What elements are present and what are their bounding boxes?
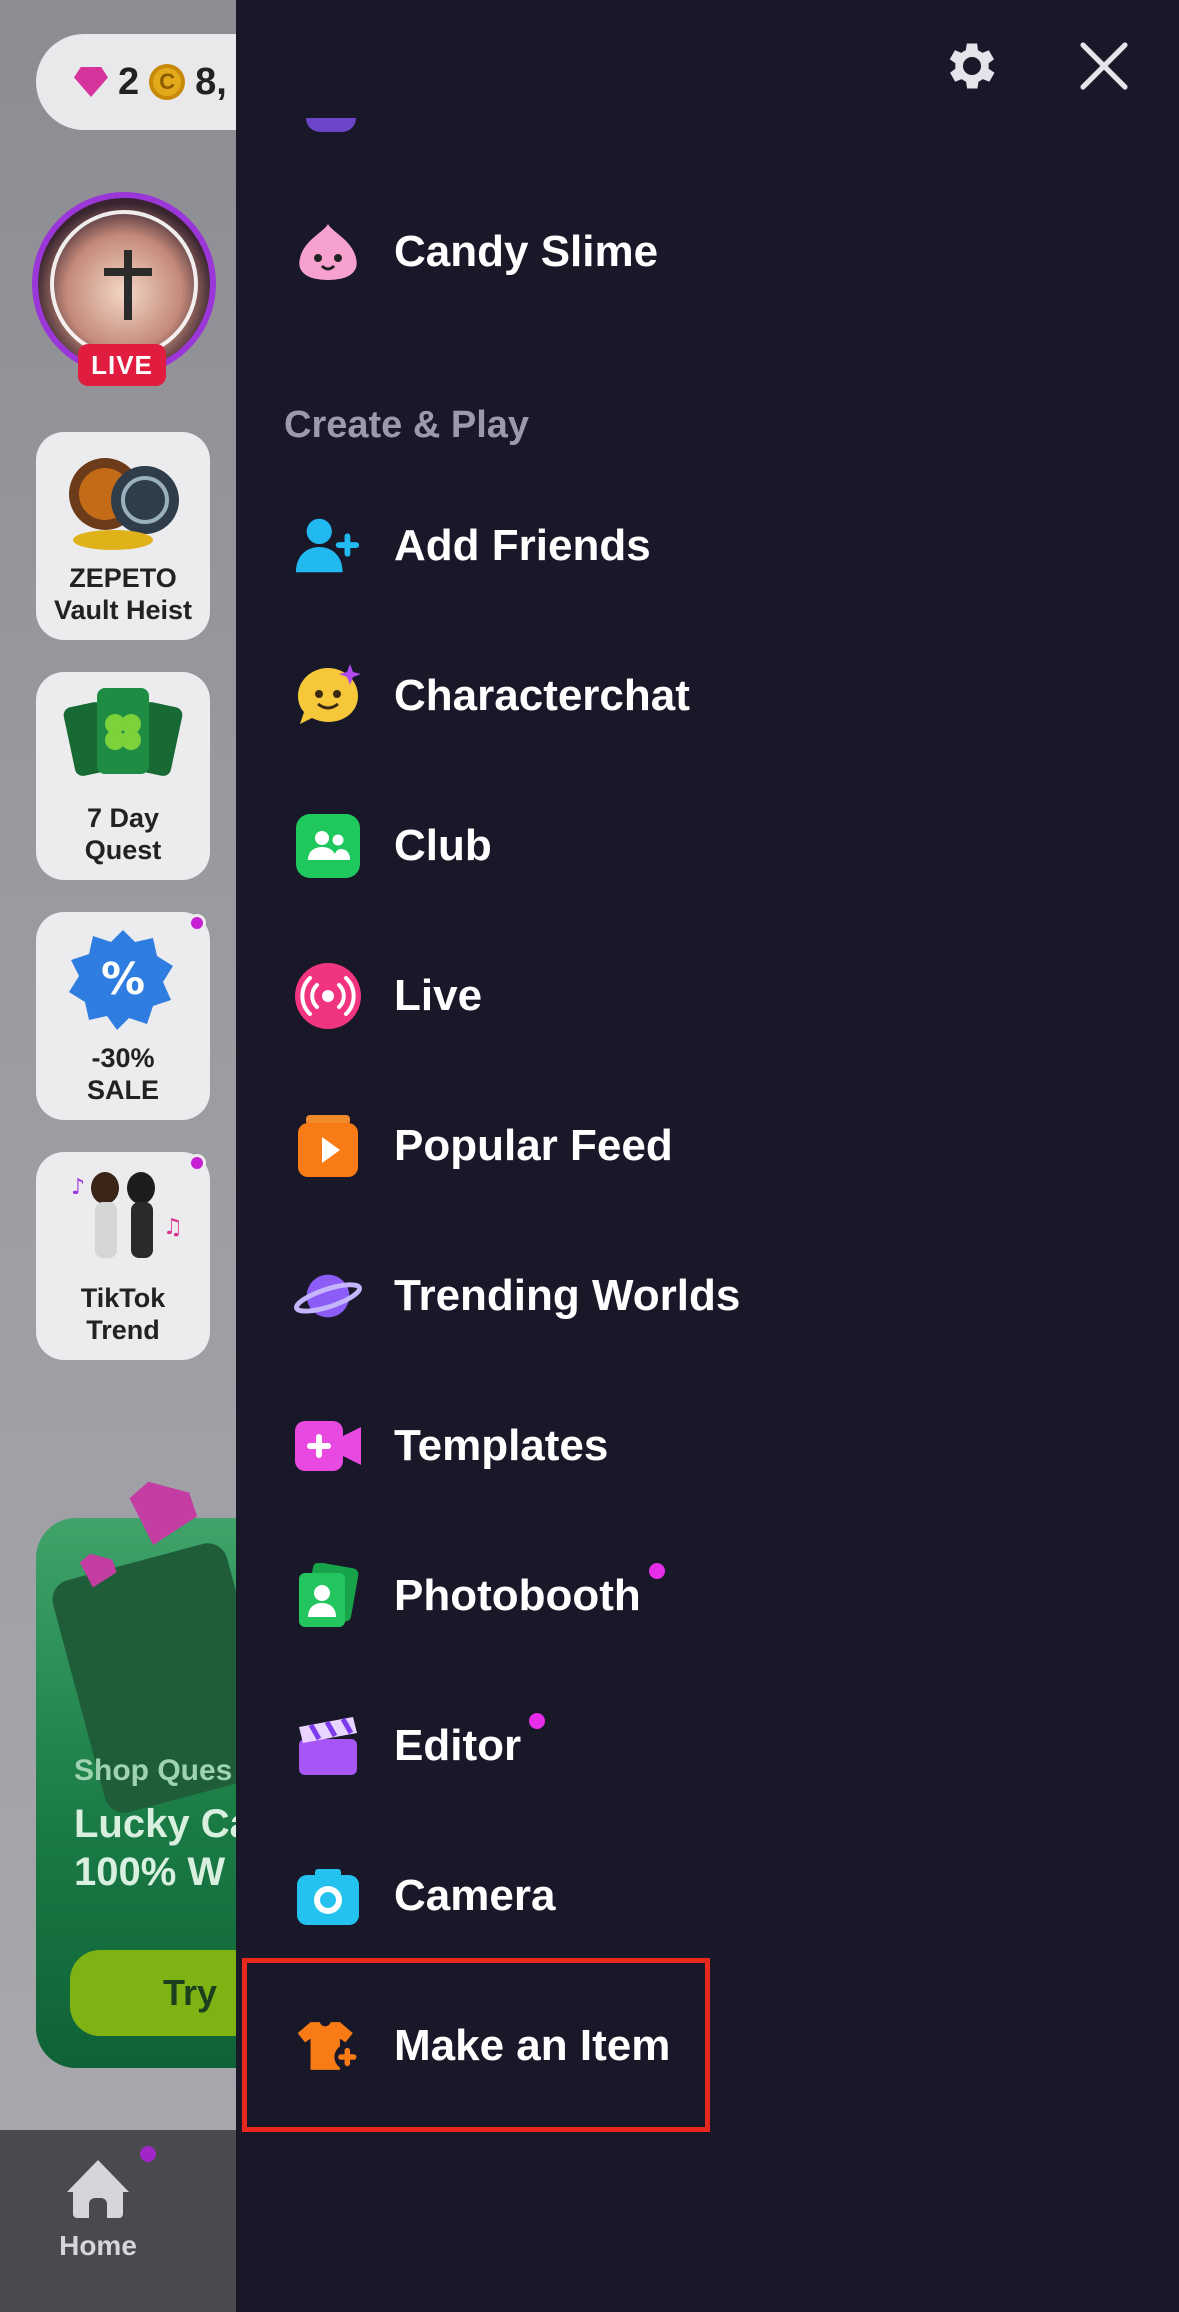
home-icon bbox=[67, 2160, 129, 2218]
planet-icon bbox=[294, 1262, 362, 1330]
menu-item-label: Photobooth bbox=[394, 1563, 665, 1621]
section-title-create-play: Create & Play bbox=[284, 404, 530, 446]
svg-text:%: % bbox=[101, 954, 145, 1005]
menu-item-camera[interactable]: Camera bbox=[276, 1836, 1136, 1956]
vault-icon bbox=[69, 458, 179, 550]
tile-label: Vault Heist bbox=[53, 595, 193, 625]
popular-feed-icon bbox=[294, 1112, 362, 1180]
notification-dot bbox=[188, 1154, 206, 1172]
menu-item-photobooth[interactable]: Photobooth bbox=[276, 1536, 1136, 1656]
menu-item-editor[interactable]: Editor bbox=[276, 1686, 1136, 1806]
menu-item-label: Camera bbox=[394, 1871, 556, 1920]
svg-text:♪: ♪ bbox=[71, 1175, 85, 1200]
menu-item-label: Live bbox=[394, 971, 483, 1020]
close-icon bbox=[1080, 42, 1128, 90]
menu-item-label: Popular Feed bbox=[394, 1121, 673, 1170]
live-badge: LIVE bbox=[78, 344, 166, 386]
new-indicator-dot bbox=[648, 1563, 665, 1579]
coin-count: 8, bbox=[195, 60, 227, 103]
gem-count: 2 bbox=[118, 60, 140, 103]
gem-icon bbox=[74, 67, 108, 97]
tile-7-day-quest[interactable]: 7 Day Quest bbox=[36, 672, 210, 880]
close-button[interactable] bbox=[1068, 30, 1140, 102]
live-broadcast-icon bbox=[294, 962, 362, 1030]
menu-item-characterchat[interactable]: Characterchat bbox=[276, 636, 1136, 756]
tile-sale[interactable]: % -30% SALE bbox=[36, 912, 210, 1120]
tile-label: SALE bbox=[86, 1075, 159, 1105]
characterchat-icon bbox=[294, 662, 362, 730]
cross-icon bbox=[124, 250, 132, 320]
menu-item-label: Characterchat bbox=[394, 671, 690, 720]
clover-card-icon bbox=[63, 688, 183, 776]
menu-item-candy-slime[interactable]: Candy Slime bbox=[276, 192, 1136, 312]
tile-vault-heist[interactable]: ZEPETO Vault Heist bbox=[36, 432, 210, 640]
camera-icon bbox=[294, 1862, 362, 1930]
slime-icon bbox=[294, 218, 362, 286]
tab-home-label: Home bbox=[59, 2230, 137, 2261]
menu-item-popular-feed[interactable]: Popular Feed bbox=[276, 1086, 1136, 1206]
notification-dot bbox=[188, 914, 206, 932]
clapperboard-icon bbox=[294, 1712, 362, 1780]
tile-label: 7 Day bbox=[86, 803, 160, 833]
coin-icon: C bbox=[149, 64, 186, 100]
settings-button[interactable] bbox=[936, 30, 1008, 102]
menu-item-label: Candy Slime bbox=[394, 227, 659, 276]
tile-label: Trend bbox=[86, 1315, 160, 1345]
scrolled-item-icon bbox=[306, 118, 356, 132]
tile-label: Quest bbox=[84, 835, 162, 865]
svg-text:♫: ♫ bbox=[163, 1215, 183, 1240]
menu-item-label: Club bbox=[394, 821, 492, 870]
add-friend-icon bbox=[294, 512, 362, 580]
tile-tiktok-trend[interactable]: ♪ ♫ TikTok Trend bbox=[36, 1152, 210, 1360]
tile-label: -30% bbox=[91, 1043, 155, 1073]
menu-item-trending-worlds[interactable]: Trending Worlds bbox=[276, 1236, 1136, 1356]
menu-item-label: Trending Worlds bbox=[394, 1271, 741, 1320]
notification-dot bbox=[140, 2146, 156, 2162]
new-indicator-dot bbox=[529, 1713, 546, 1729]
dancers-icon: ♪ ♫ bbox=[71, 1172, 183, 1258]
menu-item-live[interactable]: Live bbox=[276, 936, 1136, 1056]
menu-item-label: Editor bbox=[394, 1713, 546, 1771]
menu-item-club[interactable]: Club bbox=[276, 786, 1136, 906]
selection-highlight-box bbox=[242, 1958, 710, 2132]
menu-item-label: Templates bbox=[394, 1421, 609, 1470]
banner-subtitle: Shop Ques bbox=[74, 1754, 233, 1787]
video-plus-icon bbox=[294, 1412, 362, 1480]
gear-icon bbox=[949, 43, 995, 89]
menu-item-label: Add Friends bbox=[394, 521, 651, 570]
tile-label: TikTok bbox=[80, 1283, 166, 1313]
discount-badge-icon: % bbox=[69, 930, 173, 1030]
club-icon bbox=[294, 812, 362, 880]
photobooth-icon bbox=[294, 1562, 362, 1630]
banner-title: Lucky Ca 100% W bbox=[74, 1802, 252, 1894]
tab-home[interactable]: Home bbox=[50, 2160, 146, 2262]
menu-item-add-friends[interactable]: Add Friends bbox=[276, 486, 1136, 606]
tile-label: ZEPETO bbox=[69, 563, 177, 593]
menu-item-templates[interactable]: Templates bbox=[276, 1386, 1136, 1506]
